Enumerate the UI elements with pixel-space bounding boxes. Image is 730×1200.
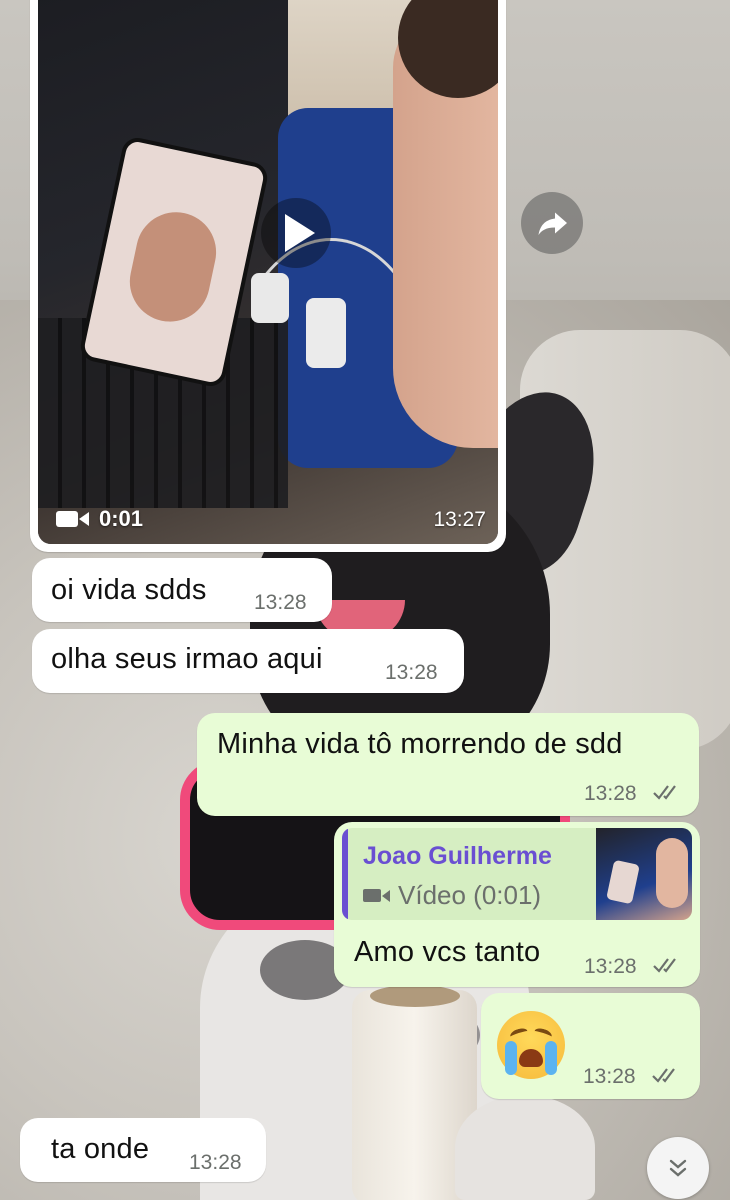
incoming-message[interactable]: ta onde 13:28 — [20, 1118, 266, 1182]
play-icon — [285, 214, 315, 252]
quote-thumb-face — [656, 838, 688, 908]
read-ticks-icon — [653, 958, 676, 973]
video-duration-text: 0:01 — [99, 506, 144, 531]
quote-accent-bar — [342, 828, 348, 920]
wallpaper-dog-paw — [455, 1095, 595, 1200]
loudly-crying-face-icon — [497, 1011, 565, 1079]
quote-author: Joao Guilherme — [363, 842, 552, 870]
wallpaper-chew-bone-top — [370, 985, 460, 1007]
forward-button[interactable] — [521, 192, 583, 254]
quote-media-label: Vídeo (0:01) — [398, 880, 542, 910]
scroll-to-bottom-button[interactable] — [647, 1137, 709, 1199]
outgoing-reply-message[interactable]: Joao Guilherme Vídeo (0:01) Amo vcs tant… — [334, 822, 700, 987]
quote-thumbnail — [596, 828, 692, 920]
video-camera-icon — [363, 889, 390, 902]
incoming-message[interactable]: olha seus irmao aqui 13:28 — [32, 629, 464, 693]
thumb-charger — [251, 273, 289, 323]
message-time: 13:28 — [189, 1151, 242, 1174]
quote-media: Vídeo (0:01) — [363, 880, 541, 911]
message-time: 13:28 — [584, 955, 637, 978]
video-duration: 0:01 — [56, 506, 143, 532]
message-time: 13:28 — [583, 1065, 636, 1088]
play-button[interactable] — [261, 198, 331, 268]
message-text: olha seus irmao aqui — [51, 643, 323, 675]
forward-arrow-icon — [538, 212, 567, 235]
thumb-phone-face — [122, 204, 224, 330]
message-time: 13:28 — [254, 591, 307, 614]
message-time: 13:28 — [584, 782, 637, 805]
message-text: oi vida sdds — [51, 574, 207, 606]
message-text: Amo vcs tanto — [354, 936, 541, 968]
read-ticks-icon — [653, 785, 676, 800]
video-message-bubble[interactable]: 0:01 13:27 — [30, 0, 506, 552]
message-text: Minha vida tô morrendo de sdd — [217, 728, 623, 760]
quote-thumb-phone — [606, 859, 640, 905]
thumb-charger — [306, 298, 346, 368]
video-camera-icon — [56, 511, 89, 527]
outgoing-message[interactable]: Minha vida tô morrendo de sdd 13:28 — [197, 713, 699, 816]
quoted-message[interactable]: Joao Guilherme Vídeo (0:01) — [342, 828, 692, 920]
incoming-message[interactable]: oi vida sdds 13:28 — [32, 558, 332, 622]
message-time: 13:28 — [385, 661, 438, 684]
outgoing-emoji-message[interactable]: 13:28 — [481, 993, 700, 1099]
double-chevron-down-icon — [669, 1159, 687, 1177]
read-ticks-icon — [652, 1068, 675, 1083]
message-text: ta onde — [51, 1133, 150, 1165]
video-thumbnail[interactable]: 0:01 13:27 — [38, 0, 498, 544]
message-time: 13:27 — [433, 508, 486, 531]
